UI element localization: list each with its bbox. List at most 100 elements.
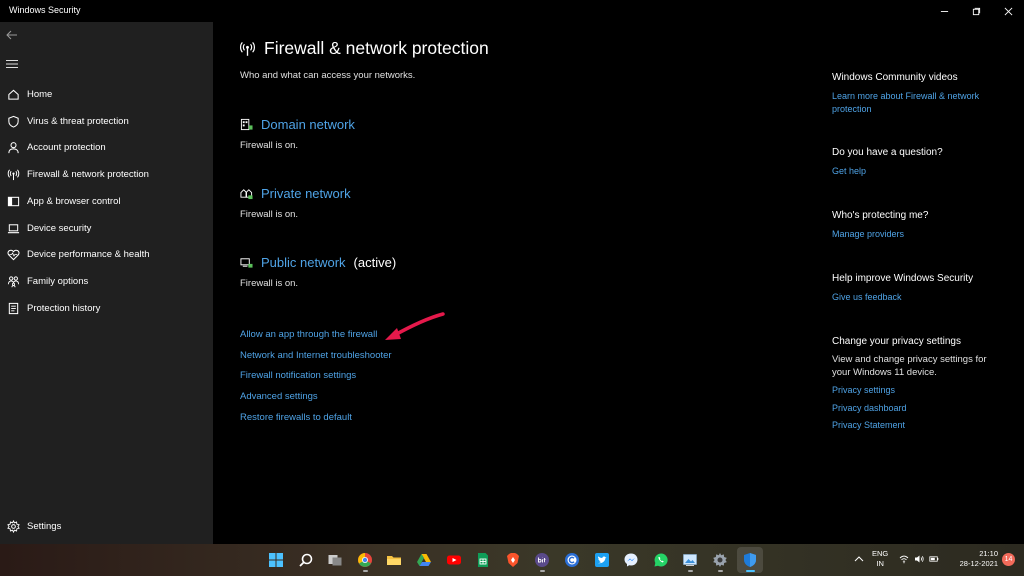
- app-c-icon: [564, 553, 579, 567]
- public-network-link[interactable]: Public network: [261, 255, 346, 270]
- twitter-icon: [594, 553, 609, 567]
- clock[interactable]: 21:10 28-12-2021: [954, 549, 998, 569]
- manage-providers-link[interactable]: Manage providers: [832, 228, 1017, 241]
- sheets-icon: [478, 553, 489, 567]
- taskbar-search-button[interactable]: [293, 547, 319, 573]
- language-indicator[interactable]: ENG IN: [872, 549, 888, 569]
- page-header: Firewall & network protection: [239, 38, 489, 59]
- troubleshooter-link[interactable]: Network and Internet troubleshooter: [240, 349, 392, 370]
- privacy-dashboard-link[interactable]: Privacy dashboard: [832, 402, 1017, 415]
- network-private: Private network Firewall is on.: [240, 184, 351, 221]
- taskbar-settings[interactable]: [707, 547, 733, 573]
- taskbar-app-c[interactable]: [559, 547, 585, 573]
- google-drive-icon: [416, 554, 431, 566]
- notification-settings-link[interactable]: Firewall notification settings: [240, 369, 392, 390]
- title-bar: Windows Security: [0, 0, 1024, 22]
- learn-more-link[interactable]: Learn more about Firewall & network prot…: [832, 90, 1017, 115]
- active-badge: (active): [353, 254, 397, 270]
- sidebar-item-device-security[interactable]: Device security: [0, 216, 213, 240]
- history-icon: [7, 302, 20, 315]
- get-help-link[interactable]: Get help: [832, 165, 1017, 178]
- sidebar-item-label: Settings: [27, 520, 62, 532]
- sidebar-item-virus-threat[interactable]: Virus & threat protection: [0, 109, 213, 133]
- advanced-settings-link[interactable]: Advanced settings: [240, 390, 392, 411]
- sidebar-item-family[interactable]: Family options: [0, 269, 213, 293]
- person-icon: [7, 141, 20, 154]
- brave-icon: [506, 553, 519, 567]
- quick-settings[interactable]: [899, 554, 944, 564]
- task-view-icon: [328, 555, 342, 566]
- domain-network-link[interactable]: Domain network: [261, 117, 355, 132]
- taskbar-brave[interactable]: [500, 547, 526, 573]
- whatsapp-icon: [654, 553, 668, 567]
- running-indicator: [717, 570, 723, 572]
- sidebar-item-home[interactable]: Home: [0, 82, 213, 106]
- taskbar-twitter[interactable]: [589, 547, 615, 573]
- window-controls: [928, 0, 1024, 22]
- task-view-button[interactable]: [322, 547, 348, 573]
- taskbar-windows-security[interactable]: [736, 547, 763, 573]
- taskbar-photo-viewer[interactable]: [677, 547, 703, 573]
- taskbar-file-explorer[interactable]: [381, 547, 407, 573]
- taskbar-whatsapp[interactable]: [648, 547, 674, 573]
- bit-icon: [535, 553, 550, 567]
- chevron-up-icon[interactable]: [854, 554, 864, 564]
- taskbar-youtube[interactable]: [441, 547, 467, 573]
- clock-date: 28-12-2021: [959, 559, 998, 568]
- hamburger-menu-button[interactable]: [6, 56, 20, 68]
- sidebar-item-label: Device security: [27, 222, 92, 234]
- domain-network-icon: [240, 118, 253, 130]
- section-heading: Who's protecting me?: [832, 210, 929, 221]
- taskbar-chrome[interactable]: [352, 547, 378, 573]
- window-title: Windows Security: [9, 5, 81, 15]
- right-panel: Windows Community videos Learn more abou…: [832, 22, 1017, 544]
- app-window-icon: [7, 195, 20, 208]
- public-network-icon: [240, 257, 253, 268]
- shield-icon: [7, 115, 20, 128]
- running-indicator: [362, 570, 368, 572]
- close-button[interactable]: [992, 0, 1024, 22]
- network-public: Public network (active) Firewall is on.: [240, 253, 397, 290]
- annotation-arrow-icon: [385, 312, 445, 340]
- sidebar-item-account[interactable]: Account protection: [0, 135, 213, 159]
- question-section: Do you have a question? Get help: [832, 146, 1017, 178]
- sidebar-item-device-performance[interactable]: Device performance & health: [0, 242, 213, 266]
- maximize-button[interactable]: [960, 0, 992, 22]
- taskbar-sheets[interactable]: [470, 547, 496, 573]
- start-button[interactable]: [263, 547, 289, 573]
- main-content: Firewall & network protection Who and wh…: [213, 22, 813, 544]
- protecting-section: Who's protecting me? Manage providers: [832, 209, 1017, 241]
- restore-defaults-link[interactable]: Restore firewalls to default: [240, 411, 392, 432]
- running-indicator: [745, 570, 755, 572]
- volume-icon: [915, 555, 924, 563]
- back-button[interactable]: [6, 28, 22, 42]
- privacy-statement-link[interactable]: Privacy Statement: [832, 419, 1017, 432]
- messenger-icon: [624, 553, 638, 567]
- give-feedback-link[interactable]: Give us feedback: [832, 291, 1017, 304]
- privacy-settings-link[interactable]: Privacy settings: [832, 384, 1017, 397]
- privacy-description: View and change privacy settings for you…: [832, 354, 987, 378]
- page-subtitle: Who and what can access your networks.: [240, 70, 416, 81]
- taskbar-google-drive[interactable]: [411, 547, 437, 573]
- sidebar-item-app-browser[interactable]: App & browser control: [0, 189, 213, 213]
- network-status: Firewall is on.: [240, 278, 299, 289]
- notification-badge[interactable]: 14: [1002, 553, 1015, 566]
- gear-icon: [7, 519, 20, 533]
- youtube-icon: [446, 555, 461, 565]
- heart-pulse-icon: [7, 248, 20, 261]
- sidebar-item-label: App & browser control: [27, 195, 121, 207]
- antenna-icon: [239, 41, 256, 56]
- taskbar-apps: [263, 547, 766, 573]
- region-code: IN: [876, 559, 884, 568]
- sidebar-item-settings[interactable]: Settings: [0, 514, 213, 538]
- settings-gear-icon: [713, 553, 727, 567]
- sidebar-item-firewall[interactable]: Firewall & network protection: [0, 162, 213, 186]
- sidebar-item-history[interactable]: Protection history: [0, 296, 213, 320]
- photo-viewer-icon: [683, 554, 698, 566]
- minimize-button[interactable]: [928, 0, 960, 22]
- taskbar-messenger[interactable]: [618, 547, 644, 573]
- private-network-link[interactable]: Private network: [261, 186, 351, 201]
- allow-app-link[interactable]: Allow an app through the firewall: [240, 328, 392, 349]
- sidebar-item-label: Home: [27, 88, 53, 100]
- taskbar-bit-app[interactable]: [529, 547, 555, 573]
